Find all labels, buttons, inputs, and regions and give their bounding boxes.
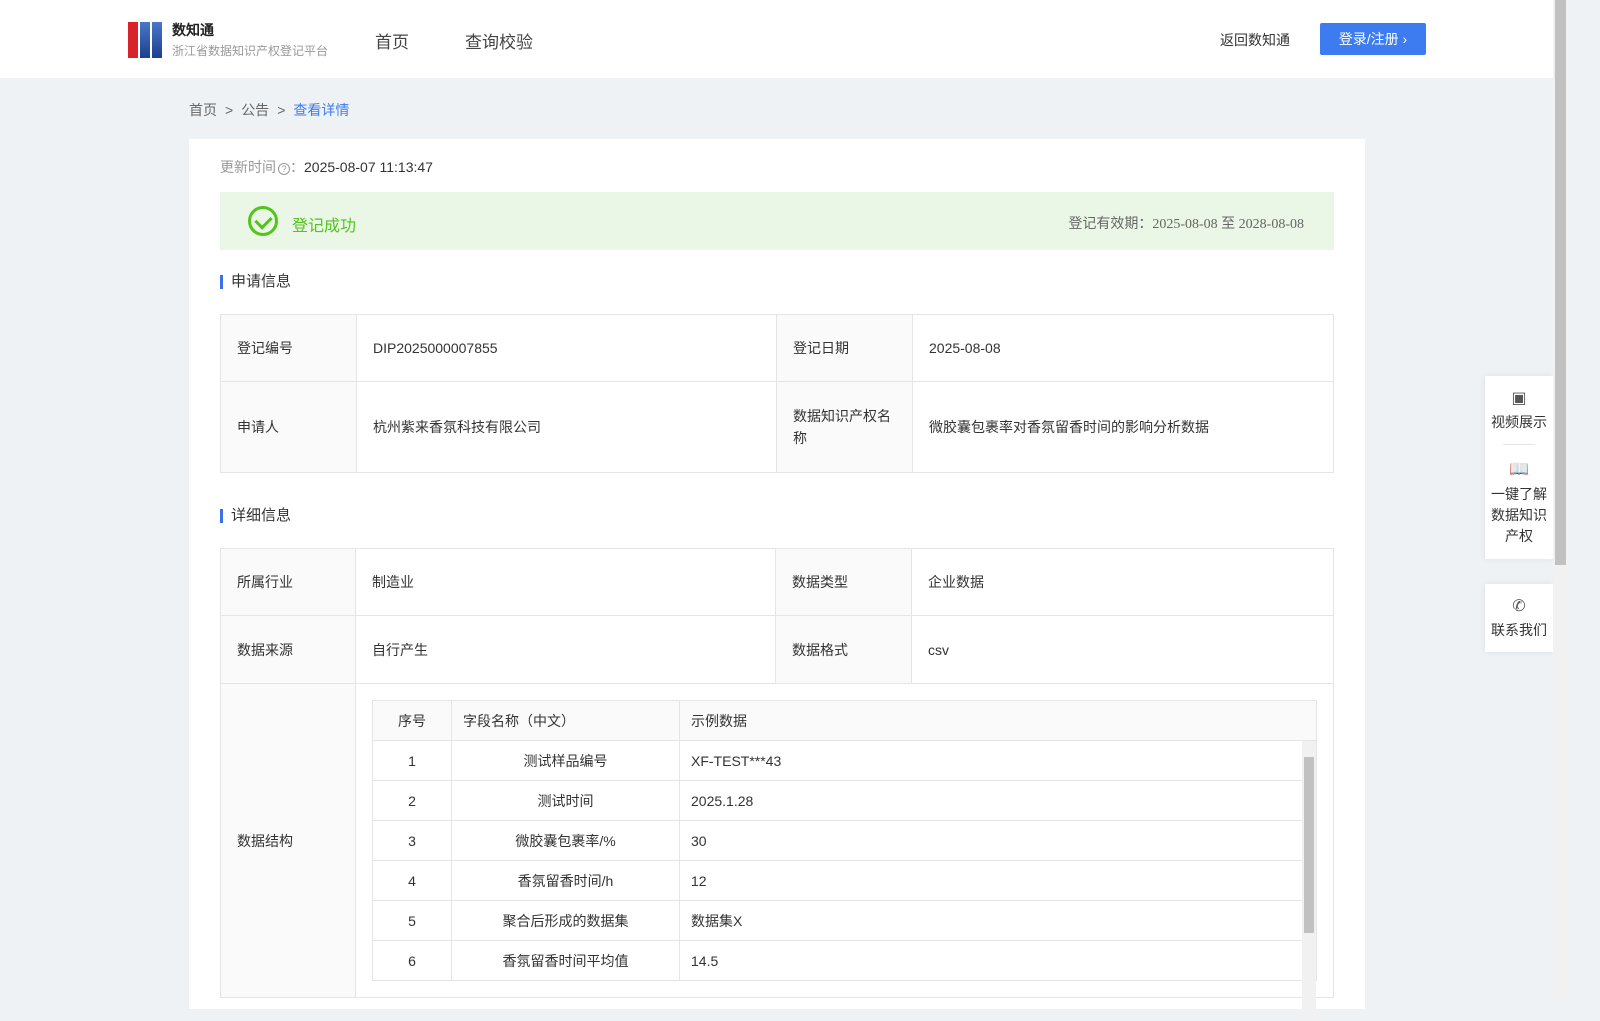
cell-label: 申请人 (220, 381, 357, 473)
cell-value: csv (911, 615, 1334, 684)
field-row: 2 测试时间 2025.1.28 (372, 780, 1317, 821)
cell-label: 数据知识产权名称 (776, 381, 913, 473)
table-row: 所属行业 制造业 数据类型 企业数据 (220, 548, 1334, 616)
cell-value: 杭州紫来香氛科技有限公司 (356, 381, 777, 473)
table-row: 登记编号 DIP2025000007855 登记日期 2025-08-08 (220, 314, 1334, 382)
field-index: 2 (372, 780, 452, 821)
field-example: 数据集X (679, 900, 1317, 941)
field-name: 香氛留香时间平均值 (451, 940, 680, 981)
cell-value: 自行产生 (355, 615, 776, 684)
video-label: 视频展示 (1491, 414, 1547, 430)
apply-table: 登记编号 DIP2025000007855 登记日期 2025-08-08 申请人 杭州… (220, 314, 1334, 473)
field-name: 测试时间 (451, 780, 680, 821)
field-index: 4 (372, 860, 452, 901)
validity: 登记有效期：2025-08-08 至 2028-08-08 (1068, 213, 1304, 233)
field-row: 3 微胶囊包裹率/% 30 (372, 820, 1317, 861)
col-header: 序号 (372, 700, 452, 741)
nav-home[interactable]: 首页 (375, 28, 409, 53)
table-row: 申请人 杭州紫来香氛科技有限公司 数据知识产权名称 微胶囊包裹率对香氛留香时间的影响分… (220, 381, 1334, 473)
cell-value: 微胶囊包裹率对香氛留香时间的影响分析数据 (912, 381, 1334, 473)
table-row: 数据结构 序号 字段名称（中文） 示例数据 1 测试样品编号 XF-TEST***43 2… (220, 683, 1334, 998)
phone-icon: ✆ (1512, 598, 1526, 615)
field-index: 5 (372, 900, 452, 941)
structure-cell: 序号 字段名称（中文） 示例数据 1 测试样品编号 XF-TEST***43 2 测试时间 2… (355, 683, 1334, 998)
field-index: 6 (372, 940, 452, 981)
cell-label: 数据类型 (775, 548, 912, 616)
field-name: 测试样品编号 (451, 740, 680, 781)
book-icon: 📖 (1509, 461, 1529, 478)
field-example: 30 (679, 820, 1317, 861)
status-text: 登记成功 (292, 218, 357, 235)
logo-icon (128, 21, 162, 58)
field-row: 4 香氛留香时间/h 12 (372, 860, 1317, 901)
detail-card: 更新时间? ：2025-08-07 11:13:47 登记成功 登记有效期：202… (189, 139, 1365, 1021)
breadcrumb: 首页 > 公告 > 查看详情 (189, 102, 350, 118)
field-example: 2025.1.28 (679, 780, 1317, 821)
cell-value: 企业数据 (911, 548, 1334, 616)
login-button[interactable]: 登录/注册 › (1320, 23, 1426, 55)
cell-label: 登记日期 (776, 314, 913, 382)
field-example: XF-TEST***43 (679, 740, 1317, 781)
video-button[interactable]: ▣ 视频展示 (1485, 376, 1553, 444)
breadcrumb-current: 查看详情 (293, 102, 350, 118)
learn-label: 一键了解数据知识产权 (1491, 486, 1547, 544)
help-icon[interactable]: ? (278, 163, 290, 175)
logo-subtitle: 浙江省数据知识产权登记平台 (172, 44, 329, 58)
field-name: 聚合后形成的数据集 (451, 900, 680, 941)
update-time: 更新时间? ：2025-08-07 11:13:47 (220, 159, 433, 175)
learn-button[interactable]: 📖 一键了解数据知识产权 (1485, 459, 1553, 559)
section-title-detail: 详细信息 (220, 508, 291, 523)
col-header: 示例数据 (679, 700, 1317, 741)
structure-table: 序号 字段名称（中文） 示例数据 1 测试样品编号 XF-TEST***43 2 测试时间 2… (372, 700, 1317, 981)
validity-value: 2025-08-08 至 2028-08-08 (1152, 217, 1304, 232)
cell-label: 数据格式 (775, 615, 912, 684)
field-index: 1 (372, 740, 452, 781)
col-header: 字段名称（中文） (451, 700, 680, 741)
update-label: 更新时间 (220, 159, 276, 175)
cell-label: 数据来源 (220, 615, 356, 684)
nav-query[interactable]: 查询校验 (465, 28, 533, 53)
page-scrollbar[interactable] (1553, 0, 1568, 1000)
table-row: 数据来源 自行产生 数据格式 csv (220, 615, 1334, 684)
cell-value: DIP2025000007855 (356, 314, 777, 382)
cell-label: 所属行业 (220, 548, 356, 616)
field-name: 香氛留香时间/h (451, 860, 680, 901)
cell-value: 制造业 (355, 548, 776, 616)
breadcrumb-notice[interactable]: 公告 (241, 102, 269, 118)
section-title-apply: 申请信息 (220, 274, 291, 289)
cell-value: 2025-08-08 (912, 314, 1334, 382)
update-value: 2025-08-07 11:13:47 (304, 159, 433, 175)
cell-label: 数据结构 (220, 683, 356, 998)
field-example: 12 (679, 860, 1317, 901)
logo[interactable]: 数知通 浙江省数据知识产权登记平台 (128, 20, 328, 59)
field-index: 3 (372, 820, 452, 861)
logo-title: 数知通 (172, 22, 214, 38)
back-link[interactable]: 返回数知通 (1220, 30, 1290, 50)
header: 数知通 浙江省数据知识产权登记平台 首页 查询校验 返回数知通 登录/注册 › (0, 0, 1553, 78)
detail-table: 所属行业 制造业 数据类型 企业数据 数据来源 自行产生 数据格式 csv 数据结构 序号字… (220, 548, 1334, 998)
contact-button[interactable]: ✆ 联系我们 (1485, 584, 1553, 652)
cell-label: 登记编号 (220, 314, 357, 382)
field-row: 1 测试样品编号 XF-TEST***43 (372, 740, 1317, 781)
inner-scrollbar[interactable] (1302, 741, 1316, 1021)
field-row: 6 香氛留香时间平均值 14.5 (372, 940, 1317, 981)
status-banner: 登记成功 登记有效期：2025-08-08 至 2028-08-08 (220, 192, 1334, 250)
field-row: 5 聚合后形成的数据集 数据集X (372, 900, 1317, 941)
field-example: 14.5 (679, 940, 1317, 981)
check-circle-icon (248, 206, 278, 236)
film-icon: ▣ (1511, 390, 1527, 407)
contact-label: 联系我们 (1491, 622, 1547, 638)
breadcrumb-home[interactable]: 首页 (189, 102, 217, 118)
validity-label: 登记有效期： (1068, 217, 1153, 232)
field-name: 微胶囊包裹率/% (451, 820, 680, 861)
side-panel: ▣ 视频展示 📖 一键了解数据知识产权 (1485, 376, 1553, 559)
